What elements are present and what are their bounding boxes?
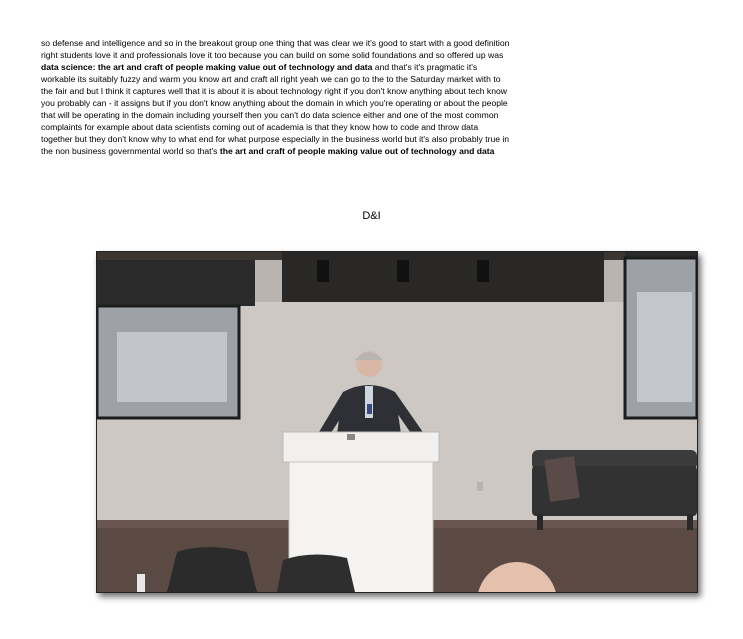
transcript-bold-definition-2: the art and craft of people making value… [219,146,495,156]
transcript-bold-definition-1: data science: the art and craft of peopl… [41,62,373,72]
presenter-video-image [97,252,697,592]
video-frame[interactable] [96,251,698,593]
section-label: D&I [362,210,381,222]
transcript-paragraph: so defense and intelligence and so in th… [41,37,511,157]
transcript-text-1: so defense and intelligence and so in th… [41,38,510,60]
transcript-text-2: and that's it's pragmatic it's workable … [41,62,510,156]
